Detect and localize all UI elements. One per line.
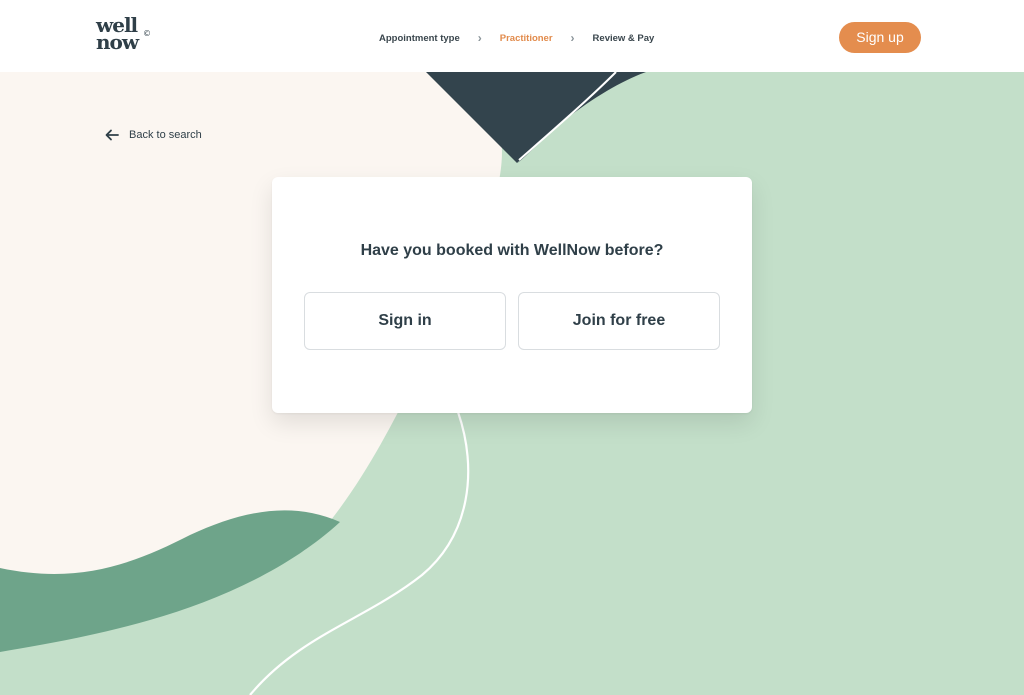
join-for-free-button[interactable]: Join for free [518,292,720,350]
step-practitioner: Practitioner [499,32,553,44]
chevron-right-icon: › [477,31,482,45]
booking-page: well now © Appointment type › Practition… [0,0,1024,695]
booked-before-question: Have you booked with WellNow before? [360,242,664,259]
wellnow-logo[interactable]: well now © [96,15,156,55]
sign-in-button[interactable]: Sign in [304,292,506,350]
registered-mark: © [143,29,151,38]
site-header: well now © Appointment type › Practition… [0,0,1024,72]
booking-steps: Appointment type › Practitioner › Review… [379,29,654,47]
step-review-pay: Review & Pay [592,32,655,44]
sign-up-button[interactable]: Sign up [839,22,921,53]
back-to-search-label: Back to search [129,129,202,141]
arrow-left-icon [105,129,119,141]
step-appointment-type: Appointment type [379,32,460,44]
back-to-search-link[interactable]: Back to search [103,126,202,144]
booking-auth-card: Have you booked with WellNow before? Sig… [272,177,752,413]
chevron-right-icon: › [570,31,575,45]
